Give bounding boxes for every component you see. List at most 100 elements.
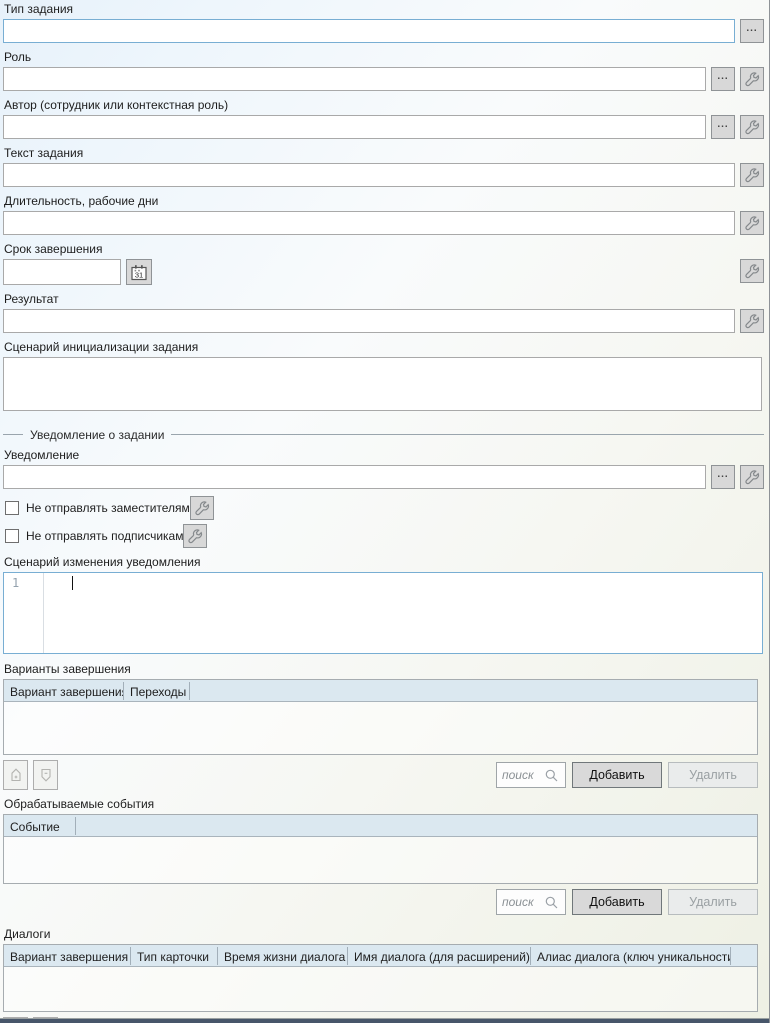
wrench-icon [187, 528, 203, 544]
wrench-icon [744, 119, 760, 135]
no-subscribers-script-button[interactable] [183, 524, 207, 548]
due-date-script-button[interactable] [740, 259, 764, 283]
change-script-label: Сценарий изменения уведомления [4, 555, 764, 570]
handled-events-search-input[interactable] [502, 895, 544, 909]
due-date-calendar-button[interactable]: 31 [126, 259, 152, 285]
notification-group-title: Уведомление о задании [23, 428, 171, 442]
due-date-input[interactable] [3, 259, 121, 285]
search-icon [544, 768, 559, 783]
author-browse-button[interactable]: ... [711, 115, 735, 139]
search-icon [544, 895, 559, 910]
notification-input[interactable] [3, 465, 706, 489]
notification-browse-button[interactable]: ... [711, 465, 735, 489]
role-script-button[interactable] [740, 67, 764, 91]
completion-variants-search [496, 762, 566, 788]
task-text-row [3, 163, 764, 187]
task-type-label: Тип задания [4, 2, 764, 17]
task-type-input[interactable] [3, 19, 735, 43]
notification-script-button[interactable] [740, 465, 764, 489]
completion-variants-delete-button[interactable]: Удалить [668, 762, 758, 788]
wrench-icon [744, 215, 760, 231]
no-deputies-row: Не отправлять заместителям [3, 496, 764, 520]
no-deputies-checkbox[interactable] [5, 501, 19, 515]
completion-variants-toolbar: Добавить Удалить [3, 760, 758, 790]
role-input[interactable] [3, 67, 706, 91]
line-number: 1 [12, 576, 19, 590]
column-header-card-type[interactable]: Тип карточки [131, 947, 218, 965]
role-browse-button[interactable]: ... [711, 67, 735, 91]
wrench-icon [744, 263, 760, 279]
task-type-browse-button[interactable]: ... [740, 19, 764, 43]
role-row: ... [3, 67, 764, 91]
column-header-variant[interactable]: Вариант завершения [4, 682, 124, 700]
role-label: Роль [4, 50, 764, 65]
move-up-button[interactable] [3, 760, 28, 790]
notification-row: ... [3, 465, 764, 489]
handled-events-delete-button[interactable]: Удалить [668, 889, 758, 915]
result-script-button[interactable] [740, 309, 764, 333]
task-text-script-button[interactable] [740, 163, 764, 187]
column-header-transitions[interactable]: Переходы [124, 682, 190, 700]
column-header-variant[interactable]: Вариант завершения [4, 947, 131, 965]
handled-events-search [496, 889, 566, 915]
notification-label: Уведомление [4, 448, 764, 463]
no-deputies-script-button[interactable] [190, 496, 214, 520]
no-subscribers-checkbox[interactable] [5, 529, 19, 543]
wrench-icon [194, 500, 210, 516]
handled-events-toolbar: Добавить Удалить [3, 889, 758, 915]
handled-events-grid-header: Событие [4, 815, 757, 837]
wrench-icon [744, 313, 760, 329]
column-header-dialog-name[interactable]: Имя диалога (для расширений) [348, 947, 531, 965]
ellipsis-icon: ... [746, 25, 757, 37]
author-label: Автор (сотрудник или контекстная роль) [4, 98, 764, 113]
task-text-input[interactable] [3, 163, 735, 187]
ellipsis-icon: ... [717, 121, 728, 133]
no-deputies-label: Не отправлять заместителям [26, 501, 190, 515]
ellipsis-icon: ... [717, 73, 728, 85]
author-input[interactable] [3, 115, 706, 139]
move-down-button[interactable] [33, 760, 58, 790]
column-header-lifetime[interactable]: Время жизни диалога [218, 947, 348, 965]
task-settings-form: Тип задания ... Роль ... Автор (сотрудни… [0, 0, 770, 1023]
due-date-row: 31 [3, 259, 764, 285]
init-script-textarea[interactable] [3, 357, 762, 411]
wrench-icon [744, 71, 760, 87]
arrow-down-icon [39, 767, 53, 783]
init-script-label: Сценарий инициализации задания [4, 340, 764, 355]
calendar-icon: 31 [130, 264, 148, 281]
task-text-label: Текст задания [4, 146, 764, 161]
handled-events-grid: Событие [3, 814, 758, 884]
dialogs-grid-body[interactable] [4, 967, 757, 1011]
column-header-event[interactable]: Событие [4, 817, 76, 835]
arrow-up-icon [9, 767, 23, 783]
duration-input[interactable] [3, 211, 735, 235]
dialogs-section-label: Диалоги [4, 927, 764, 942]
completion-variants-search-input[interactable] [502, 768, 544, 782]
due-date-label: Срок завершения [4, 242, 764, 257]
duration-row [3, 211, 764, 235]
completion-variants-add-button[interactable]: Добавить [572, 762, 662, 788]
dialogs-grid: Вариант завершения Тип карточки Время жи… [3, 944, 758, 1012]
notification-group-separator: Уведомление о задании [3, 427, 764, 442]
author-row: ... [3, 115, 764, 139]
change-script-editor[interactable]: 1 [3, 572, 763, 654]
handled-events-grid-body[interactable] [4, 837, 757, 883]
line-number-gutter: 1 [4, 573, 44, 653]
ellipsis-icon: ... [717, 471, 728, 483]
wrench-icon [744, 167, 760, 183]
result-input[interactable] [3, 309, 735, 333]
handled-events-add-button[interactable]: Добавить [572, 889, 662, 915]
no-subscribers-row: Не отправлять подписчикам [3, 524, 764, 548]
spacer [152, 259, 735, 285]
task-type-row: ... [3, 19, 764, 43]
svg-text:31: 31 [135, 270, 143, 279]
text-cursor [72, 576, 73, 590]
author-script-button[interactable] [740, 115, 764, 139]
column-header-dialog-alias[interactable]: Алиас диалога (ключ уникальности) [531, 947, 731, 965]
duration-script-button[interactable] [740, 211, 764, 235]
dialogs-grid-header: Вариант завершения Тип карточки Время жи… [4, 945, 757, 967]
completion-variants-section-label: Варианты завершения [4, 662, 764, 677]
result-label: Результат [4, 292, 764, 307]
window-bottom-edge [0, 1018, 769, 1023]
completion-variants-grid-body[interactable] [4, 702, 757, 754]
